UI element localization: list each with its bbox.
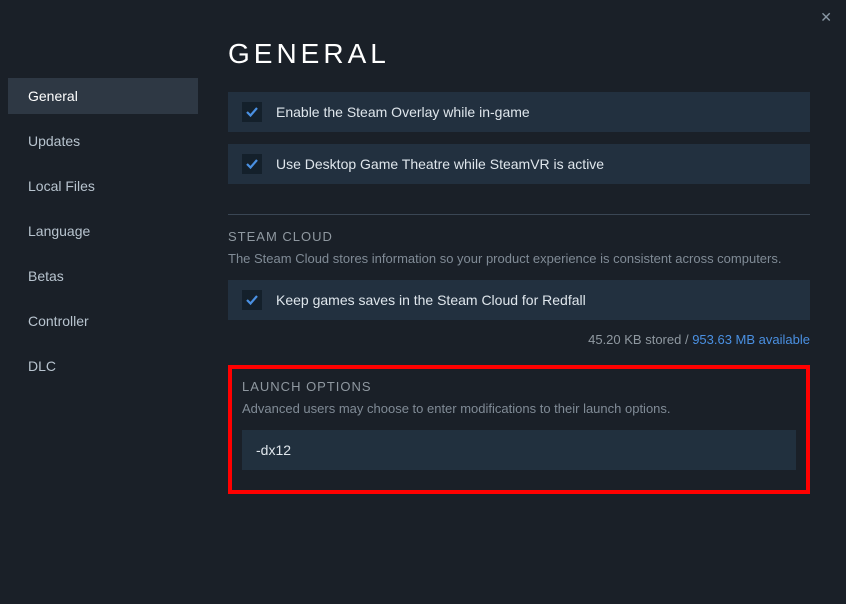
- sidebar-item-updates[interactable]: Updates: [8, 123, 198, 159]
- cloud-desc: The Steam Cloud stores information so yo…: [228, 250, 810, 268]
- option-label: Enable the Steam Overlay while in-game: [276, 104, 530, 120]
- properties-window: General Updates Local Files Language Bet…: [0, 0, 846, 604]
- page-title: GENERAL: [228, 38, 810, 70]
- storage-stored: 45.20 KB stored: [588, 332, 681, 347]
- sidebar-item-general[interactable]: General: [8, 78, 198, 114]
- launch-desc: Advanced users may choose to enter modif…: [242, 400, 796, 418]
- storage-available-link[interactable]: 953.63 MB available: [692, 332, 810, 347]
- launch-heading: LAUNCH OPTIONS: [242, 379, 796, 394]
- cloud-storage-info: 45.20 KB stored / 953.63 MB available: [228, 332, 810, 347]
- main-panel: GENERAL Enable the Steam Overlay while i…: [198, 8, 838, 596]
- sidebar-item-betas[interactable]: Betas: [8, 258, 198, 294]
- cloud-heading: STEAM CLOUD: [228, 229, 810, 244]
- divider: [228, 214, 810, 215]
- check-icon: [245, 157, 259, 171]
- close-button[interactable]: ✕: [820, 10, 832, 24]
- sidebar-item-local-files[interactable]: Local Files: [8, 168, 198, 204]
- launch-options-highlight: LAUNCH OPTIONS Advanced users may choose…: [228, 365, 810, 494]
- option-cloud-saves[interactable]: Keep games saves in the Steam Cloud for …: [228, 280, 810, 320]
- option-overlay[interactable]: Enable the Steam Overlay while in-game: [228, 92, 810, 132]
- sidebar: General Updates Local Files Language Bet…: [8, 8, 198, 596]
- checkbox-overlay[interactable]: [242, 102, 262, 122]
- option-label: Use Desktop Game Theatre while SteamVR i…: [276, 156, 604, 172]
- checkbox-desktop-theatre[interactable]: [242, 154, 262, 174]
- checkbox-cloud-saves[interactable]: [242, 290, 262, 310]
- launch-options-input[interactable]: [242, 430, 796, 470]
- sidebar-item-language[interactable]: Language: [8, 213, 198, 249]
- option-desktop-theatre[interactable]: Use Desktop Game Theatre while SteamVR i…: [228, 144, 810, 184]
- sidebar-item-dlc[interactable]: DLC: [8, 348, 198, 384]
- option-label: Keep games saves in the Steam Cloud for …: [276, 292, 586, 308]
- check-icon: [245, 105, 259, 119]
- storage-separator: /: [681, 332, 692, 347]
- check-icon: [245, 293, 259, 307]
- sidebar-item-controller[interactable]: Controller: [8, 303, 198, 339]
